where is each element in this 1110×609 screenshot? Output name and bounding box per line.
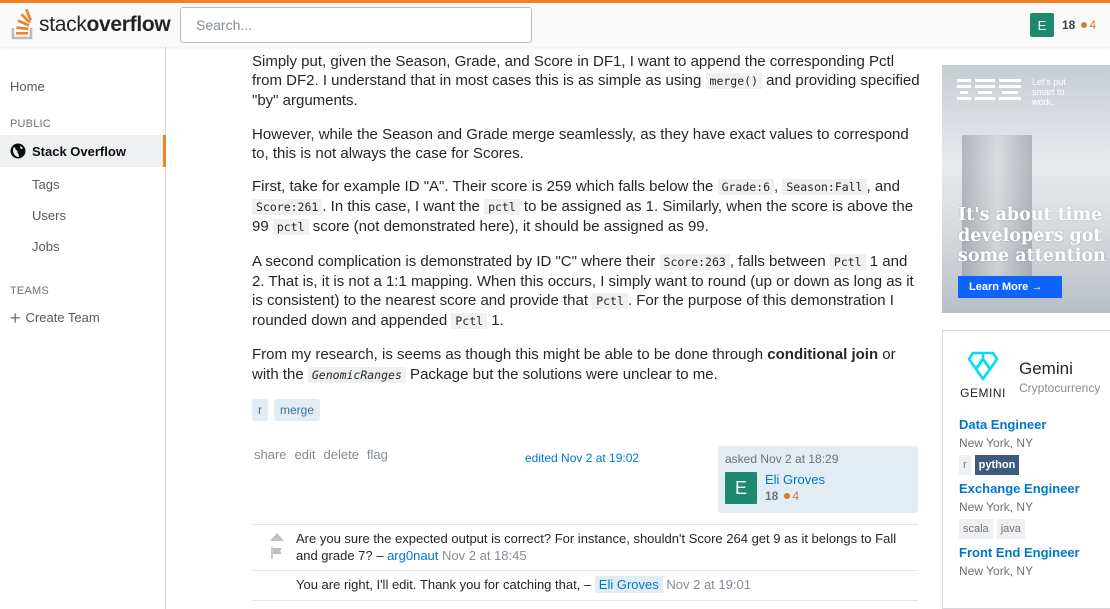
stackoverflow-logo-icon bbox=[11, 9, 33, 40]
create-team-link[interactable]: + Create Team bbox=[10, 307, 100, 328]
stackoverflow-logo[interactable]: stackoverflow bbox=[10, 8, 171, 42]
bronze-badge-icon bbox=[784, 493, 791, 499]
tag-r[interactable]: r bbox=[252, 398, 268, 421]
svg-text:IBM: IBM bbox=[957, 105, 959, 107]
job-tag-scala[interactable]: scala bbox=[959, 519, 993, 539]
job-title-link[interactable]: Data Engineer bbox=[959, 417, 1046, 432]
job-title-link[interactable]: Front End Engineer bbox=[959, 545, 1080, 560]
owner-reputation: 18 4 bbox=[765, 489, 800, 503]
avatar[interactable]: E bbox=[1030, 13, 1054, 37]
ibm-advertisement[interactable]: IBM Let's put smart to work. It's about … bbox=[942, 65, 1110, 313]
reputation-count: 18 bbox=[1062, 18, 1076, 32]
job-tag-python[interactable]: python bbox=[974, 455, 1020, 475]
company-header[interactable]: GEMINI Gemini Cryptocurrency bbox=[943, 331, 1110, 417]
question-tags: r merge bbox=[252, 398, 920, 421]
delete-link[interactable]: delete bbox=[324, 447, 359, 462]
job-tag-java[interactable]: java bbox=[996, 519, 1025, 539]
ad-learn-more-button[interactable]: Learn More → bbox=[958, 276, 1062, 298]
question-paragraph: First, take for example ID "A". Their sc… bbox=[252, 178, 914, 236]
question-body: Simply put, given the Season, Grade, and… bbox=[252, 52, 920, 421]
asked-timestamp: asked Nov 2 at 18:29 bbox=[725, 452, 839, 466]
search-input[interactable] bbox=[180, 7, 532, 43]
question-paragraph: However, while the Season and Grade merg… bbox=[252, 125, 909, 162]
company-name: Gemini bbox=[1019, 359, 1073, 378]
plus-icon: + bbox=[10, 307, 21, 328]
comment-user-link[interactable]: arg0naut bbox=[387, 548, 438, 563]
question-owner-card: asked Nov 2 at 18:29 E Eli Groves 18 4 bbox=[718, 446, 918, 513]
post-menu: share edit delete flag bbox=[254, 447, 388, 462]
sidebar-item-home[interactable]: Home bbox=[10, 79, 45, 94]
edited-link[interactable]: edited Nov 2 at 19:02 bbox=[525, 451, 639, 465]
job-listing: Front End Engineer New York, NY bbox=[943, 545, 1110, 578]
job-title-link[interactable]: Exchange Engineer bbox=[959, 481, 1080, 496]
owner-name-link[interactable]: Eli Groves bbox=[765, 472, 825, 487]
avatar[interactable]: E bbox=[725, 472, 757, 504]
comments-list: Are you sure the expected output is corr… bbox=[252, 524, 918, 601]
job-tag-r[interactable]: r bbox=[959, 455, 971, 475]
ad-headline: It's about time developers got some atte… bbox=[958, 205, 1106, 266]
gemini-icon bbox=[967, 351, 999, 381]
top-bar: stackoverflow E 18 4 bbox=[0, 0, 1110, 47]
edit-link[interactable]: edit bbox=[295, 447, 316, 462]
question-paragraph: A second complication is demonstrated by… bbox=[252, 252, 914, 330]
create-team-label: Create Team bbox=[25, 310, 100, 325]
comment-actions bbox=[270, 533, 284, 564]
upvote-arrow-icon[interactable] bbox=[270, 533, 284, 541]
sidebar-section-teams: TEAMS bbox=[10, 285, 49, 297]
comment: Are you sure the expected output is corr… bbox=[252, 525, 918, 571]
question-paragraph: Simply put, given the Season, Grade, and… bbox=[252, 53, 920, 110]
company-category: Cryptocurrency bbox=[1019, 381, 1101, 395]
bronze-badge-count: 4 bbox=[1089, 18, 1097, 32]
job-listing: Exchange Engineer New York, NY scala jav… bbox=[943, 481, 1110, 539]
comment-date[interactable]: Nov 2 at 19:01 bbox=[666, 577, 751, 592]
flag-link[interactable]: flag bbox=[367, 447, 388, 462]
sidebar-item-stack-overflow[interactable]: Stack Overflow bbox=[0, 135, 166, 167]
comment-date[interactable]: Nov 2 at 18:45 bbox=[442, 548, 527, 563]
job-location: New York, NY bbox=[959, 500, 1034, 514]
sidebar-item-jobs[interactable]: Jobs bbox=[32, 239, 59, 254]
job-listing: Data Engineer New York, NY r python bbox=[943, 417, 1110, 475]
flag-icon[interactable] bbox=[271, 547, 283, 559]
ad-tagline: Let's put smart to work. bbox=[1032, 77, 1066, 107]
sidebar-item-label: Stack Overflow bbox=[32, 143, 126, 159]
share-link[interactable]: share bbox=[254, 447, 287, 462]
globe-icon bbox=[10, 143, 26, 159]
ibm-logo: IBM bbox=[957, 79, 1021, 107]
jobs-panel: GEMINI Gemini Cryptocurrency Data Engine… bbox=[942, 330, 1110, 609]
job-location: New York, NY bbox=[959, 436, 1034, 450]
comment-user-link[interactable]: Eli Groves bbox=[594, 576, 663, 593]
gemini-wordmark: GEMINI bbox=[960, 386, 1006, 400]
tag-merge[interactable]: merge bbox=[274, 398, 321, 421]
comment: You are right, I'll edit. Thank you for … bbox=[252, 571, 918, 601]
question-paragraph: From my research, is seems as though thi… bbox=[252, 346, 896, 383]
gemini-logo: GEMINI bbox=[959, 351, 1007, 400]
user-summary[interactable]: E 18 4 bbox=[1030, 13, 1096, 37]
sidebar-item-users[interactable]: Users bbox=[32, 208, 66, 223]
comment-text: You are right, I'll edit. Thank you for … bbox=[296, 577, 595, 592]
sidebar-item-tags[interactable]: Tags bbox=[32, 177, 59, 192]
bronze-badge-icon bbox=[1081, 21, 1088, 28]
left-sidebar: Home PUBLIC Stack Overflow Tags Users Jo… bbox=[0, 47, 166, 609]
logo-text: stackoverflow bbox=[39, 13, 171, 36]
sidebar-section-public: PUBLIC bbox=[10, 118, 51, 130]
job-location: New York, NY bbox=[959, 564, 1034, 578]
